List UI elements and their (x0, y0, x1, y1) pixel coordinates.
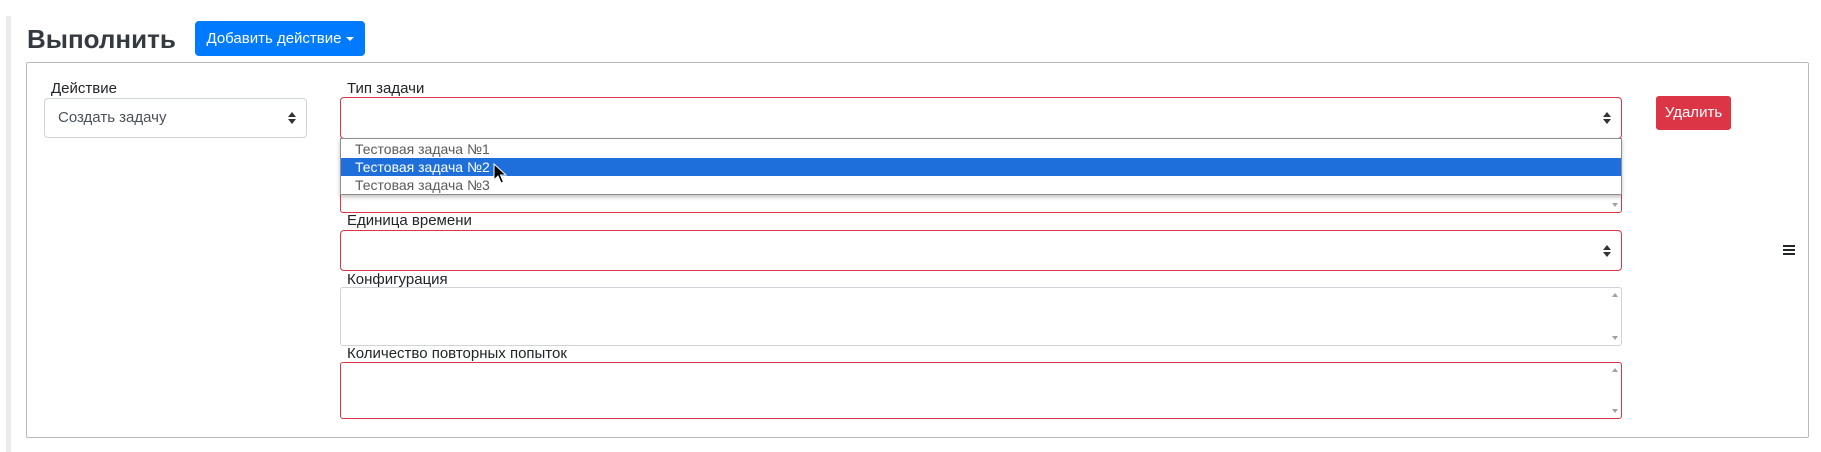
caret-down-icon (345, 37, 354, 42)
task-type-option-1[interactable]: Тестовая задача №1 (341, 140, 1621, 158)
drag-handle-icon[interactable] (1783, 245, 1795, 256)
add-action-button[interactable]: Добавить действие (195, 21, 365, 56)
retry-count-label: Количество повторных попыток (347, 345, 567, 362)
add-action-label: Добавить действие (206, 30, 342, 47)
action-label: Действие (51, 80, 117, 97)
task-type-dropdown-list: Тестовая задача №1 Тестовая задача №2 Те… (340, 138, 1622, 195)
task-type-option-3[interactable]: Тестовая задача №3 (341, 176, 1621, 194)
retry-count-textarea[interactable] (340, 362, 1622, 419)
time-unit-label: Единица времени (347, 212, 472, 229)
time-unit-select[interactable] (340, 230, 1622, 271)
scrollbar[interactable] (1609, 288, 1621, 345)
task-type-label: Тип задачи (347, 80, 425, 97)
task-type-option-2[interactable]: Тестовая задача №2 (341, 158, 1621, 176)
select-arrows-icon (288, 112, 296, 124)
select-arrows-icon (1603, 112, 1611, 124)
select-arrows-icon (1603, 244, 1611, 257)
left-border-rule (6, 16, 11, 452)
delete-button[interactable]: Удалить (1656, 96, 1731, 130)
configuration-textarea[interactable] (340, 287, 1622, 346)
page-title: Выполнить (27, 24, 176, 54)
action-select[interactable]: Создать задачу (44, 98, 307, 138)
scrollbar[interactable] (1609, 363, 1621, 418)
task-type-select[interactable] (340, 97, 1622, 139)
action-select-value: Создать задачу (58, 109, 167, 126)
mouse-cursor-icon (493, 163, 507, 184)
